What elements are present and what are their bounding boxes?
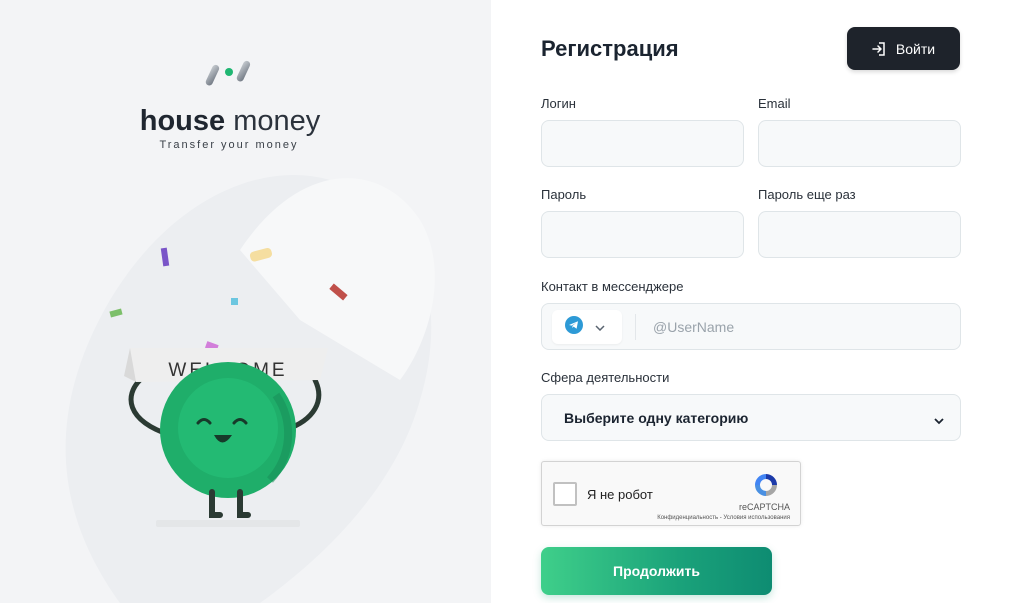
password-input[interactable]	[541, 211, 744, 258]
registration-panel: Регистрация Войти Логин Email Пароль Пар…	[491, 0, 1024, 603]
messenger-divider	[635, 314, 636, 340]
mascot-illustration: WELCOME	[109, 247, 348, 527]
login-button-label: Войти	[895, 40, 936, 57]
logo-icon	[205, 60, 251, 86]
password-repeat-input[interactable]	[758, 211, 961, 258]
login-icon	[872, 41, 886, 56]
email-label: Email	[758, 96, 791, 111]
welcome-panel: house money Transfer your money WELCOME	[0, 0, 491, 603]
brand-tagline: Transfer your money	[159, 139, 299, 151]
email-input[interactable]	[758, 120, 961, 167]
password-repeat-label: Пароль еще раз	[758, 187, 856, 202]
chevron-down-icon	[934, 412, 944, 430]
messenger-username-input[interactable]: @UserName	[653, 319, 734, 335]
continue-button[interactable]: Продолжить	[541, 547, 772, 595]
brand-name-bold: house	[139, 105, 226, 137]
brand-name: house money	[0, 105, 460, 138]
messenger-picker[interactable]	[552, 310, 622, 344]
recaptcha-icon	[752, 471, 780, 504]
recaptcha-checkbox[interactable]	[553, 482, 577, 506]
recaptcha-label: Я не робот	[587, 487, 653, 502]
telegram-icon	[565, 315, 583, 339]
page-title: Регистрация	[541, 36, 679, 61]
login-button[interactable]: Войти	[847, 27, 960, 70]
activity-label: Сфера деятельности	[541, 370, 670, 385]
messenger-label: Контакт в мессенджере	[541, 279, 684, 294]
password-label: Пароль	[541, 187, 587, 202]
chevron-down-icon	[595, 318, 605, 336]
activity-select[interactable]: Выберите одну категорию	[541, 394, 961, 441]
login-input[interactable]	[541, 120, 744, 167]
activity-select-value: Выберите одну категорию	[564, 410, 749, 426]
recaptcha-terms-link[interactable]: Конфиденциальность - Условия использован…	[657, 515, 790, 521]
recaptcha-widget: Я не робот reCAPTCHA Конфиденциальность …	[541, 461, 801, 526]
messenger-field: @UserName	[541, 303, 961, 350]
brand-name-light: money	[233, 105, 321, 137]
recaptcha-brand: reCAPTCHA	[738, 502, 790, 512]
login-label: Логин	[541, 96, 576, 111]
